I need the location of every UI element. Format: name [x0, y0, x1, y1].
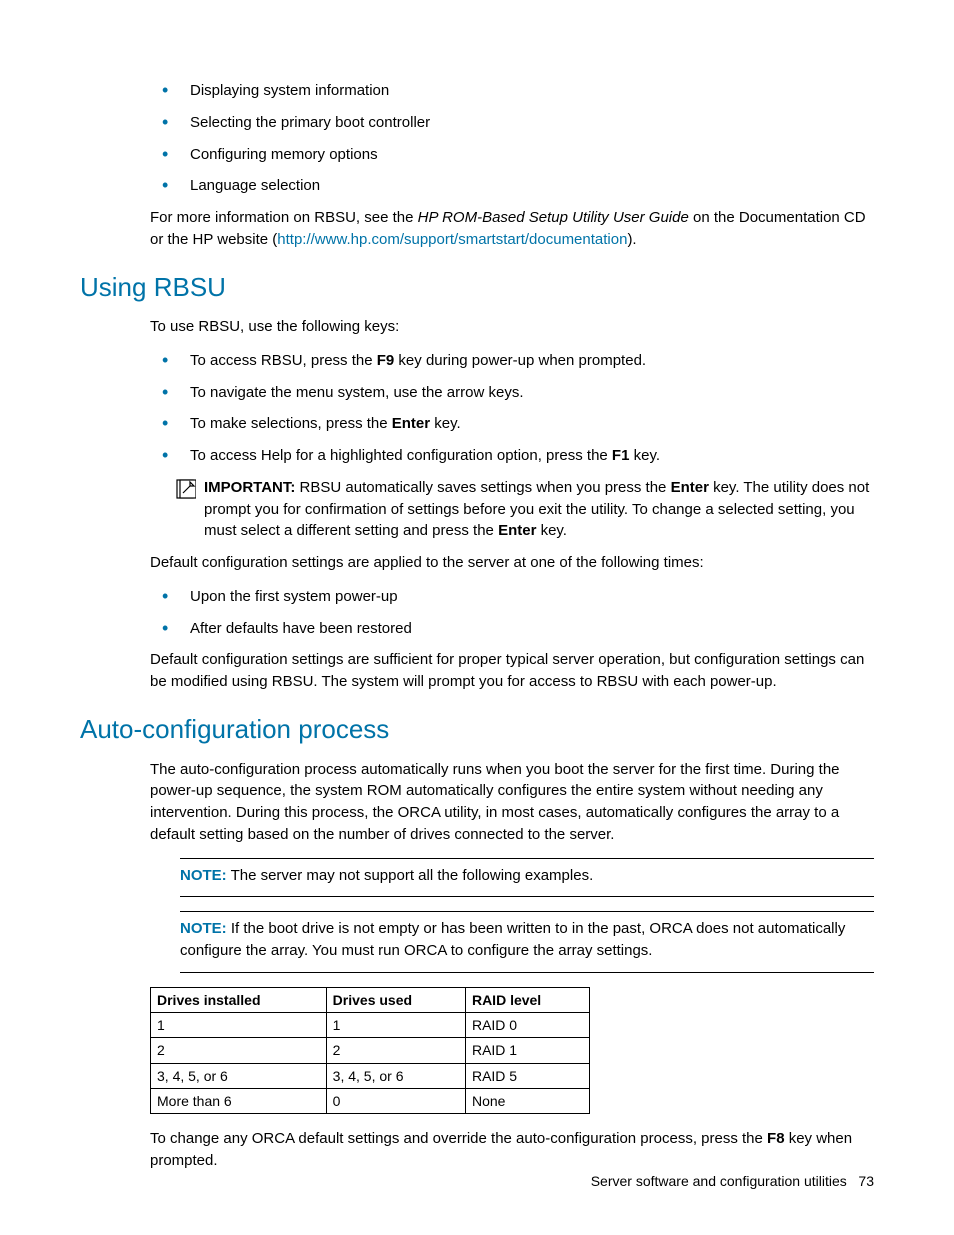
text: To make selections, press the [190, 415, 392, 432]
key-name: F8 [767, 1130, 785, 1147]
cell: More than 6 [151, 1089, 327, 1114]
note-text: The server may not support all the follo… [227, 867, 594, 884]
key-name: Enter [671, 479, 709, 496]
bullet-text: Language selection [190, 177, 320, 194]
important-text: IMPORTANT: RBSU automatically saves sett… [204, 477, 874, 542]
cell: None [465, 1089, 589, 1114]
hp-support-link[interactable]: http://www.hp.com/support/smartstart/doc… [277, 231, 627, 248]
key-name: F9 [377, 352, 395, 369]
text: key. [629, 447, 660, 464]
text: ). [627, 231, 636, 248]
text: key. [536, 522, 567, 539]
cell: RAID 5 [465, 1063, 589, 1088]
bullet-text: Selecting the primary boot controller [190, 114, 430, 131]
text: RBSU automatically saves settings when y… [295, 479, 670, 496]
rbsu-more-info-paragraph: For more information on RBSU, see the HP… [150, 207, 874, 251]
text: To access Help for a highlighted configu… [190, 447, 612, 464]
note-label: NOTE: [180, 867, 227, 884]
text: To navigate the menu system, use the arr… [190, 384, 524, 401]
list-item: Selecting the primary boot controller [150, 112, 874, 134]
auto-config-paragraph: The auto-configuration process automatic… [150, 759, 874, 846]
page-number: 73 [858, 1173, 874, 1189]
cell: 0 [326, 1089, 465, 1114]
col-drives-used: Drives used [326, 987, 465, 1012]
important-callout: IMPORTANT: RBSU automatically saves sett… [176, 477, 874, 542]
list-item: To make selections, press the Enter key. [150, 413, 874, 435]
table-row: 3, 4, 5, or 6 3, 4, 5, or 6 RAID 5 [151, 1063, 590, 1088]
list-item: Displaying system information [150, 80, 874, 102]
list-item: To access Help for a highlighted configu… [150, 445, 874, 467]
key-name: F1 [612, 447, 630, 464]
cell: 3, 4, 5, or 6 [326, 1063, 465, 1088]
list-item: After defaults have been restored [150, 618, 874, 640]
col-drives-installed: Drives installed [151, 987, 327, 1012]
col-raid-level: RAID level [465, 987, 589, 1012]
default-settings-paragraph: Default configuration settings are suffi… [150, 649, 874, 693]
cell: 2 [151, 1038, 327, 1063]
text: key. [430, 415, 461, 432]
table-row: More than 6 0 None [151, 1089, 590, 1114]
cell: 1 [326, 1013, 465, 1038]
cell: 2 [326, 1038, 465, 1063]
top-bullet-list: Displaying system information Selecting … [150, 80, 874, 197]
orca-override-paragraph: To change any ORCA default settings and … [150, 1128, 874, 1172]
text: After defaults have been restored [190, 620, 412, 637]
rbsu-keys-list: To access RBSU, press the F9 key during … [150, 350, 874, 467]
text: key during power-up when prompted. [394, 352, 646, 369]
key-name: Enter [392, 415, 430, 432]
list-item: Upon the first system power-up [150, 586, 874, 608]
using-rbsu-intro: To use RBSU, use the following keys: [150, 316, 874, 338]
raid-table: Drives installed Drives used RAID level … [150, 987, 590, 1114]
note-text: If the boot drive is not empty or has be… [180, 920, 845, 959]
guide-title: HP ROM-Based Setup Utility User Guide [418, 209, 689, 226]
using-rbsu-heading: Using RBSU [80, 269, 874, 307]
key-name: Enter [498, 522, 536, 539]
footer-section-title: Server software and configuration utilit… [591, 1173, 847, 1189]
text: Upon the first system power-up [190, 588, 398, 605]
note-callout-2: NOTE: If the boot drive is not empty or … [180, 911, 874, 973]
table-header-row: Drives installed Drives used RAID level [151, 987, 590, 1012]
default-times-list: Upon the first system power-up After def… [150, 586, 874, 640]
cell: 1 [151, 1013, 327, 1038]
note-callout-1: NOTE: The server may not support all the… [180, 858, 874, 898]
list-item: Configuring memory options [150, 144, 874, 166]
cell: 3, 4, 5, or 6 [151, 1063, 327, 1088]
text: To change any ORCA default settings and … [150, 1130, 767, 1147]
text: To access RBSU, press the [190, 352, 377, 369]
list-item: To access RBSU, press the F9 key during … [150, 350, 874, 372]
table-row: 1 1 RAID 0 [151, 1013, 590, 1038]
list-item: To navigate the menu system, use the arr… [150, 382, 874, 404]
page-footer: Server software and configuration utilit… [591, 1171, 874, 1191]
text: For more information on RBSU, see the [150, 209, 418, 226]
important-label: IMPORTANT: [204, 479, 295, 496]
note-label: NOTE: [180, 920, 227, 937]
cell: RAID 1 [465, 1038, 589, 1063]
bullet-text: Configuring memory options [190, 146, 378, 163]
important-icon [176, 477, 204, 506]
cell: RAID 0 [465, 1013, 589, 1038]
default-settings-intro: Default configuration settings are appli… [150, 552, 874, 574]
bullet-text: Displaying system information [190, 82, 389, 99]
list-item: Language selection [150, 175, 874, 197]
table-row: 2 2 RAID 1 [151, 1038, 590, 1063]
auto-config-heading: Auto-configuration process [80, 711, 874, 749]
